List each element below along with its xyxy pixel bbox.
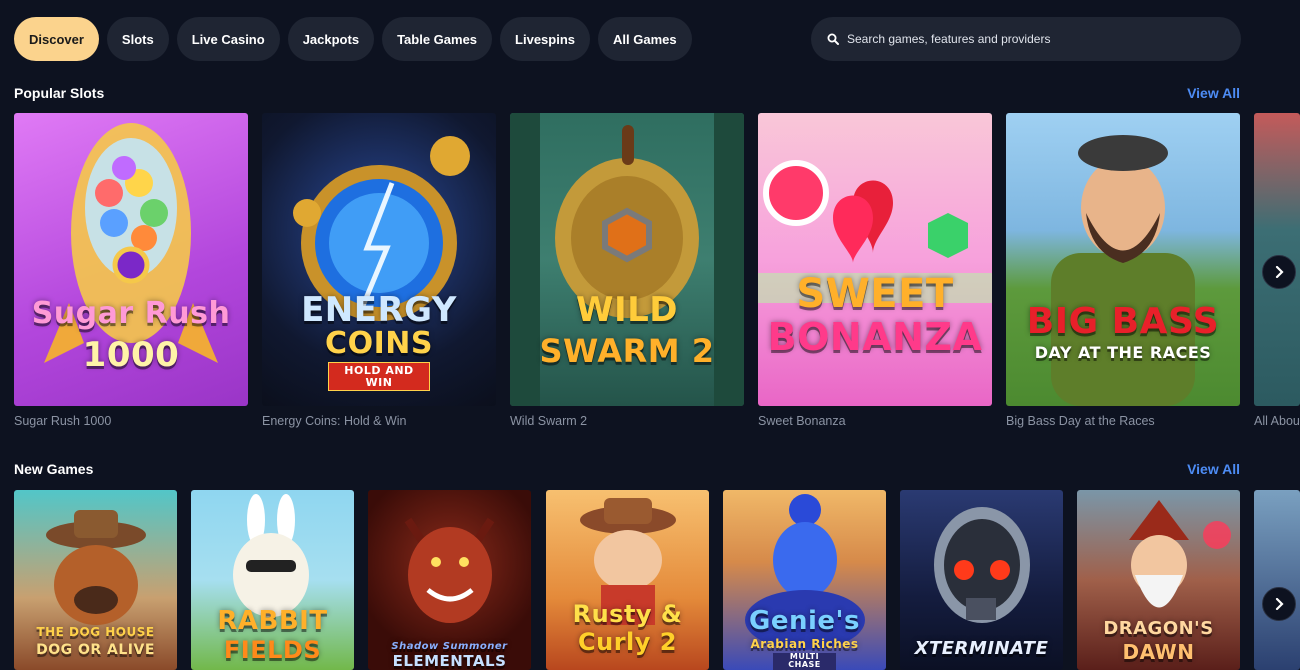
chevron-right-icon xyxy=(1275,266,1284,278)
dragons-dawn-logo: DRAGON'S xyxy=(1103,618,1214,639)
rabbit-fields-logo-2: FIELDS xyxy=(223,636,322,664)
sweet-bonanza-logo: SWEET xyxy=(796,271,954,317)
sugar-rush-logo: Sugar Rush xyxy=(31,296,231,331)
search-icon xyxy=(827,33,839,45)
new-games-title: New Games xyxy=(14,461,94,477)
sweet-bonanza-artwork xyxy=(758,160,992,303)
game-card-sweet-bonanza[interactable]: SWEET BONANZA xyxy=(758,113,992,406)
game-card-big-bass[interactable]: BIG BASS DAY AT THE RACES xyxy=(1006,113,1240,406)
big-bass-logo-2: DAY AT THE RACES xyxy=(1034,343,1212,362)
elementals-logo: Shadow Summoner xyxy=(391,641,508,652)
new-games-view-all-link[interactable]: View All xyxy=(1187,461,1240,477)
game-title-sugar-rush: Sugar Rush 1000 xyxy=(14,414,112,428)
genies-logo-2: Arabian Riches xyxy=(750,637,859,651)
rusty-curly-logo-2: Curly 2 xyxy=(578,628,677,656)
game-card-rabbit-fields[interactable]: RABBIT FIELDS xyxy=(191,490,354,670)
game-card-energy-coins[interactable]: ENERGY COINS HOLD AND WIN xyxy=(262,113,496,406)
popular-view-all-link[interactable]: View All xyxy=(1187,85,1240,101)
game-card-rusty-curly[interactable]: Rusty & Curly 2 xyxy=(546,490,709,670)
sweet-bonanza-logo-2: BONANZA xyxy=(767,315,983,359)
genies-logo: Genie's xyxy=(749,606,860,636)
game-card-sugar-rush[interactable]: Sugar Rush 1000 xyxy=(14,113,248,406)
sugar-rush-logo-number: 1000 xyxy=(82,335,180,375)
energy-coins-logo: ENERGY xyxy=(301,290,457,330)
search-input[interactable] xyxy=(847,32,1227,46)
chevron-right-icon xyxy=(1275,598,1284,610)
xterminate-logo: XTERMINATE xyxy=(914,638,1049,659)
tab-jackpots[interactable]: Jackpots xyxy=(287,17,375,61)
genies-tag: MULTI CHASE xyxy=(773,652,836,670)
popular-slots-title: Popular Slots xyxy=(14,85,105,101)
game-card-partial-2[interactable] xyxy=(1254,490,1300,670)
game-card-dragons-dawn[interactable]: DRAGON'S DAWN xyxy=(1077,490,1240,670)
wild-swarm-logo: WILD xyxy=(575,290,679,330)
new-games-next-button[interactable] xyxy=(1262,587,1296,621)
category-tabs: Discover Slots Live Casino Jackpots Tabl… xyxy=(14,17,692,61)
rabbit-fields-logo: RABBIT xyxy=(217,606,328,636)
wild-swarm-logo-2: SWARM 2 xyxy=(539,332,715,370)
game-card-genies[interactable]: Genie's Arabian Riches MULTI CHASE xyxy=(723,490,886,670)
tab-livespins[interactable]: Livespins xyxy=(500,17,590,61)
tab-table-games[interactable]: Table Games xyxy=(382,17,493,61)
tab-all-games[interactable]: All Games xyxy=(598,17,692,61)
energy-coins-logo-2: COINS xyxy=(325,326,433,361)
big-bass-artwork xyxy=(1051,135,1195,406)
game-title-big-bass: Big Bass Day at the Races xyxy=(1006,414,1155,428)
big-bass-logo: BIG BASS xyxy=(1026,301,1220,342)
game-title-energy-coins: Energy Coins: Hold & Win xyxy=(262,414,407,428)
elementals-logo-2: ELEMENTALS xyxy=(392,652,507,670)
dragons-dawn-logo-2: DAWN xyxy=(1122,640,1195,664)
game-card-wild-swarm[interactable]: WILD SWARM 2 xyxy=(510,113,744,406)
dog-house-logo-2: DOG OR ALIVE xyxy=(36,642,155,658)
tab-discover[interactable]: Discover xyxy=(14,17,99,61)
rusty-curly-logo: Rusty & xyxy=(572,600,683,628)
tab-live-casino[interactable]: Live Casino xyxy=(176,17,280,61)
game-card-dog-house[interactable]: THE DOG HOUSE DOG OR ALIVE xyxy=(14,490,177,670)
tab-slots[interactable]: Slots xyxy=(106,17,169,61)
search-bar[interactable] xyxy=(811,17,1241,61)
game-title-sweet-bonanza: Sweet Bonanza xyxy=(758,414,846,428)
dog-house-logo: THE DOG HOUSE xyxy=(36,625,155,639)
popular-next-button[interactable] xyxy=(1262,255,1296,289)
game-title-partial: All Abou xyxy=(1254,414,1300,428)
game-card-xterminate[interactable]: XTERMINATE xyxy=(900,490,1063,670)
energy-coins-tag: HOLD AND WIN xyxy=(328,362,430,392)
game-title-wild-swarm: Wild Swarm 2 xyxy=(510,414,588,428)
game-card-elementals[interactable]: Shadow Summoner ELEMENTALS xyxy=(368,490,531,670)
